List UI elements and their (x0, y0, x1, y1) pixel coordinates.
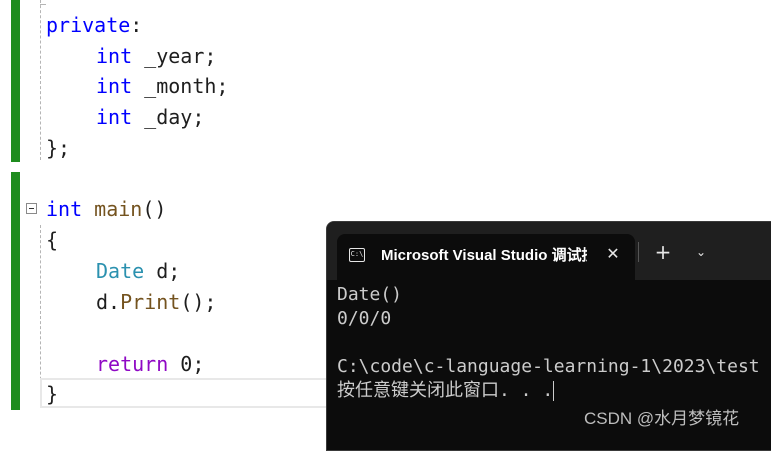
console-prompt-text: 按任意键关闭此窗口. . . (337, 380, 554, 401)
chevron-down-icon[interactable]: ⌄ (687, 238, 715, 266)
code-token: d; (144, 259, 181, 283)
code-line-month: int _month; (96, 73, 228, 99)
collapse-toggle[interactable] (26, 203, 37, 214)
code-token: d. (96, 290, 121, 314)
code-line-day: int _day; (96, 104, 204, 130)
console-output-line: 0/0/0 (337, 308, 392, 329)
block-end-marker (40, 4, 46, 5)
current-line-highlight (40, 378, 340, 408)
close-icon[interactable]: ✕ (601, 242, 625, 266)
watermark: CSDN @水月梦镜花 (584, 409, 740, 428)
console-prompt-line: 按任意键关闭此窗口. . . (337, 379, 555, 403)
change-indicator (11, 172, 20, 410)
code-line-return: return 0; (96, 351, 204, 377)
code-token: int (96, 74, 133, 98)
code-token: () (142, 197, 167, 221)
code-token: int (96, 105, 133, 129)
titlebar-divider (638, 242, 639, 262)
terminal-titlebar[interactable]: C:\ Microsoft Visual Studio 调试控制台 ✕ + ⌄ (327, 222, 771, 280)
code-line-open-brace: { (46, 227, 58, 253)
code-token: } (46, 382, 59, 406)
code-line-class-end: }; (46, 135, 70, 161)
console-output-line: Date() (337, 284, 403, 305)
code-token: _month; (132, 74, 229, 98)
code-line-year: int _year; (96, 43, 216, 69)
code-token: Print (120, 290, 181, 314)
code-token: return (96, 352, 169, 376)
code-line-date-decl: Date d; (96, 258, 180, 284)
indent-guide (40, 0, 41, 160)
change-indicator (11, 0, 20, 162)
code-token: { (46, 228, 59, 252)
code-token: (); (180, 290, 217, 314)
console-output-line: C:\code\c-language-learning-1\2023\test (337, 356, 760, 377)
code-token: 0; (168, 352, 205, 376)
new-tab-button[interactable]: + (649, 238, 677, 266)
code-token: _year; (132, 44, 217, 68)
terminal-icon: C:\ (349, 248, 365, 262)
code-token: int (46, 197, 83, 221)
text-cursor (553, 381, 555, 401)
code-line-main: int main() (46, 196, 166, 222)
code-token: private (46, 13, 131, 37)
code-line-print-call: d.Print(); (96, 289, 216, 315)
console-tab[interactable]: C:\ Microsoft Visual Studio 调试控制台 ✕ (337, 234, 635, 280)
code-token: main (94, 197, 143, 221)
code-token: _day; (132, 105, 205, 129)
tab-title: Microsoft Visual Studio 调试控制台 (381, 247, 587, 264)
code-line-close-brace: } (46, 381, 58, 407)
code-token: : (130, 13, 143, 37)
code-token: int (96, 44, 133, 68)
code-token: }; (46, 136, 71, 160)
code-token: Date (96, 259, 145, 283)
code-line-private: private: (46, 12, 142, 38)
